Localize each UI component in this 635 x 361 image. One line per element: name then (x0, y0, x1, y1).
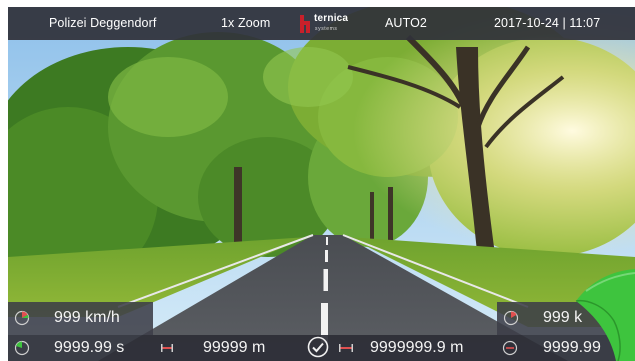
zoom-level[interactable]: 1x Zoom (221, 16, 270, 30)
speed-value: 999 km/h (54, 309, 120, 326)
brand-logo: ternica systems (298, 11, 358, 37)
video-frame: Polizei Deggendorf 1x Zoom ternica syste… (8, 7, 635, 361)
total-distance-value: 9999999.9 m (370, 339, 464, 356)
gauge-icon (502, 340, 518, 356)
speed-panel-left: 999 km/h (8, 302, 153, 335)
mode-label[interactable]: AUTO2 (385, 16, 427, 30)
page-curl-icon[interactable] (556, 261, 635, 361)
timer-icon (14, 340, 30, 356)
distance-value: 99999 m (203, 339, 266, 356)
bottom-measure-bar: 9999.99 s 99999 m 9999999.9 m 9999.99 (8, 335, 635, 361)
speed-gauge-icon (503, 310, 519, 326)
ruler-icon (161, 344, 173, 352)
logo-mark-icon (300, 15, 310, 33)
top-status-bar: Polizei Deggendorf 1x Zoom ternica syste… (8, 7, 635, 40)
date-time: 2017-10-24 | 11:07 (494, 16, 601, 30)
speed-gauge-icon (14, 310, 30, 326)
time-value: 9999.99 s (54, 339, 125, 356)
check-circle-icon[interactable] (307, 336, 329, 358)
ruler-icon (339, 344, 353, 352)
location-label: Polizei Deggendorf (49, 16, 157, 30)
